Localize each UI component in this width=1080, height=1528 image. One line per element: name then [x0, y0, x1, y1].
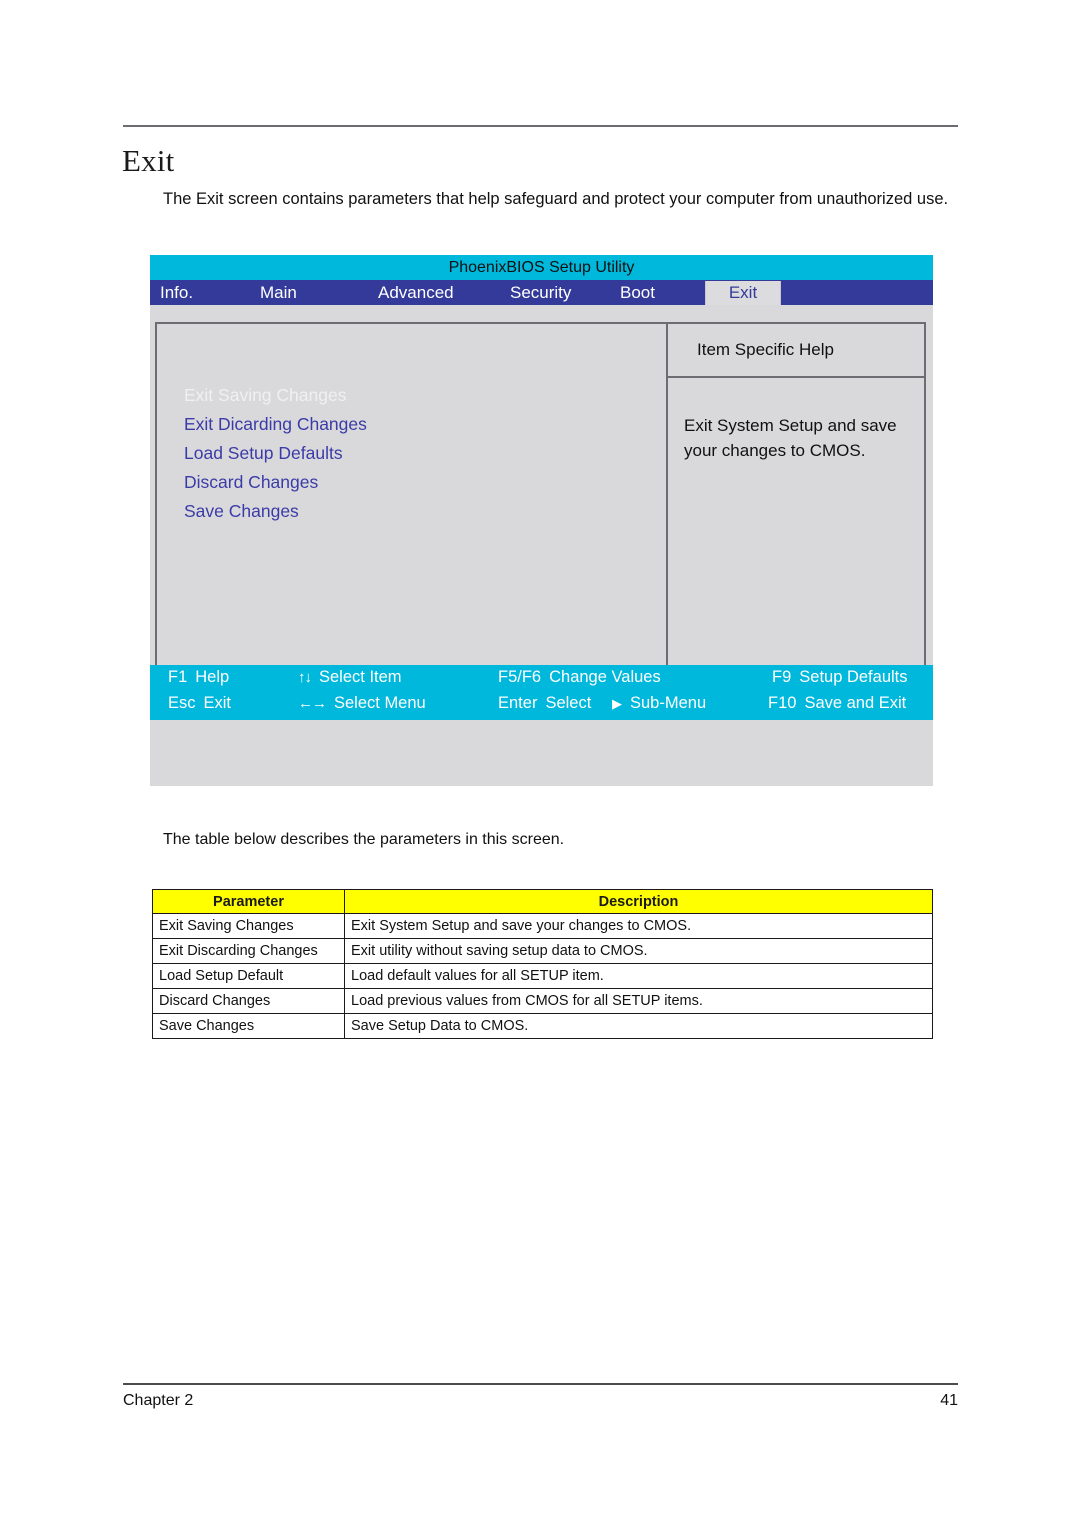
tab-security[interactable]: Security [500, 280, 610, 305]
footer-chapter-label: Chapter 2 [123, 1392, 194, 1409]
footer-page-number: 41 [940, 1392, 958, 1409]
column-header-parameter: Parameter [152, 889, 345, 914]
column-header-description: Description [344, 889, 933, 914]
menu-item-exit-saving-changes[interactable]: Exit Saving Changes [184, 381, 666, 410]
cell-description: Load default values for all SETUP item. [344, 963, 933, 989]
key-f10-save-and-exit: F10 Save and Exit [768, 694, 906, 713]
bios-title-label: PhoenixBIOS Setup Utility [448, 258, 635, 276]
cell-parameter: Save Changes [152, 1013, 345, 1039]
cell-parameter: Exit Saving Changes [152, 913, 345, 939]
key-action-select-item: Select Item [319, 668, 402, 686]
cell-parameter: Discard Changes [152, 988, 345, 1014]
table-row: Save Changes Save Setup Data to CMOS. [152, 1013, 933, 1039]
footer-rule [123, 1383, 958, 1385]
cell-parameter: Load Setup Default [152, 963, 345, 989]
menu-item-save-changes[interactable]: Save Changes [184, 497, 666, 526]
intro-paragraph: The Exit screen contains parameters that… [163, 190, 949, 208]
keybar-row-2: Esc Exit ←→ Select Menu Enter Select ▶ S… [150, 691, 933, 717]
tab-exit[interactable]: Exit [705, 281, 781, 305]
key-enter-select: Enter Select [498, 694, 591, 713]
tab-main[interactable]: Main [250, 280, 368, 305]
bios-setup-window: PhoenixBIOS Setup Utility Info. Main Adv… [150, 255, 933, 786]
page-title: Exit [122, 143, 175, 178]
key-label-f10: F10 [768, 694, 797, 712]
bios-content-area: Exit Saving Changes Exit Dicarding Chang… [150, 305, 933, 720]
key-f1-help: F1 Help [168, 668, 229, 687]
tab-boot[interactable]: Boot [610, 280, 705, 305]
up-down-arrow-icon: ↑↓ [298, 669, 312, 686]
key-action-change-values: Change Values [549, 668, 661, 686]
item-specific-help-text: Exit System Setup and save your changes … [684, 416, 897, 460]
table-intro-paragraph: The table below describes the parameters… [163, 831, 565, 848]
key-action-save-and-exit: Save and Exit [804, 694, 907, 712]
key-action-sub-menu: Sub-Menu [630, 694, 707, 712]
key-esc-exit: Esc Exit [168, 694, 231, 713]
bios-title-bar: PhoenixBIOS Setup Utility [150, 255, 933, 280]
menu-item-load-setup-defaults[interactable]: Load Setup Defaults [184, 439, 666, 468]
table-row: Load Setup Default Load default values f… [152, 963, 933, 989]
key-action-select-menu: Select Menu [334, 694, 426, 712]
cell-description: Exit utility without saving setup data t… [344, 938, 933, 964]
table-row: Exit Discarding Changes Exit utility wit… [152, 938, 933, 964]
table-row: Discard Changes Load previous values fro… [152, 988, 933, 1014]
menu-item-discard-changes[interactable]: Discard Changes [184, 468, 666, 497]
parameter-description-table: Parameter Description Exit Saving Change… [152, 889, 933, 1039]
item-specific-help-title: Item Specific Help [668, 324, 924, 378]
tab-advanced[interactable]: Advanced [368, 280, 500, 305]
exit-menu-list[interactable]: Exit Saving Changes Exit Dicarding Chang… [184, 381, 666, 526]
right-triangle-icon: ▶ [612, 696, 622, 711]
menu-item-exit-discarding-changes[interactable]: Exit Dicarding Changes [184, 410, 666, 439]
tab-info[interactable]: Info. [150, 280, 250, 305]
keybar-row-1: F1 Help ↑↓ Select Item F5/F6 Change Valu… [150, 665, 933, 691]
key-label-f5-f6: F5/F6 [498, 668, 542, 686]
key-leftright-select-menu: ←→ Select Menu [298, 694, 426, 713]
key-updown-select-item: ↑↓ Select Item [298, 668, 402, 687]
key-f5f6-change-values: F5/F6 Change Values [498, 668, 661, 687]
key-label-f1: F1 [168, 668, 188, 686]
item-specific-help-panel: Item Specific Help Exit System Setup and… [668, 324, 924, 699]
key-label-f9: F9 [772, 668, 792, 686]
table-row: Exit Saving Changes Exit System Setup an… [152, 913, 933, 939]
key-f9-setup-defaults: F9 Setup Defaults [772, 668, 908, 687]
left-right-arrow-icon: ←→ [298, 695, 327, 712]
cell-parameter: Exit Discarding Changes [152, 938, 345, 964]
cell-description: Exit System Setup and save your changes … [344, 913, 933, 939]
key-action-select: Select [545, 694, 592, 712]
bios-options-panel: Exit Saving Changes Exit Dicarding Chang… [157, 324, 668, 699]
key-action-exit: Exit [203, 694, 232, 712]
table-header-row: Parameter Description [152, 889, 933, 914]
cell-description: Load previous values from CMOS for all S… [344, 988, 933, 1014]
bios-menu-bar[interactable]: Info. Main Advanced Security Boot Exit [150, 280, 933, 305]
key-action-setup-defaults: Setup Defaults [799, 668, 908, 686]
cell-description: Save Setup Data to CMOS. [344, 1013, 933, 1039]
bios-panels: Exit Saving Changes Exit Dicarding Chang… [155, 322, 926, 701]
key-label-esc: Esc [168, 694, 196, 712]
key-submenu: ▶ Sub-Menu [612, 694, 706, 713]
key-label-enter: Enter [498, 694, 538, 712]
key-action-help: Help [195, 668, 230, 686]
bios-function-key-bar: F1 Help ↑↓ Select Item F5/F6 Change Valu… [150, 665, 933, 720]
header-rule [123, 125, 958, 127]
